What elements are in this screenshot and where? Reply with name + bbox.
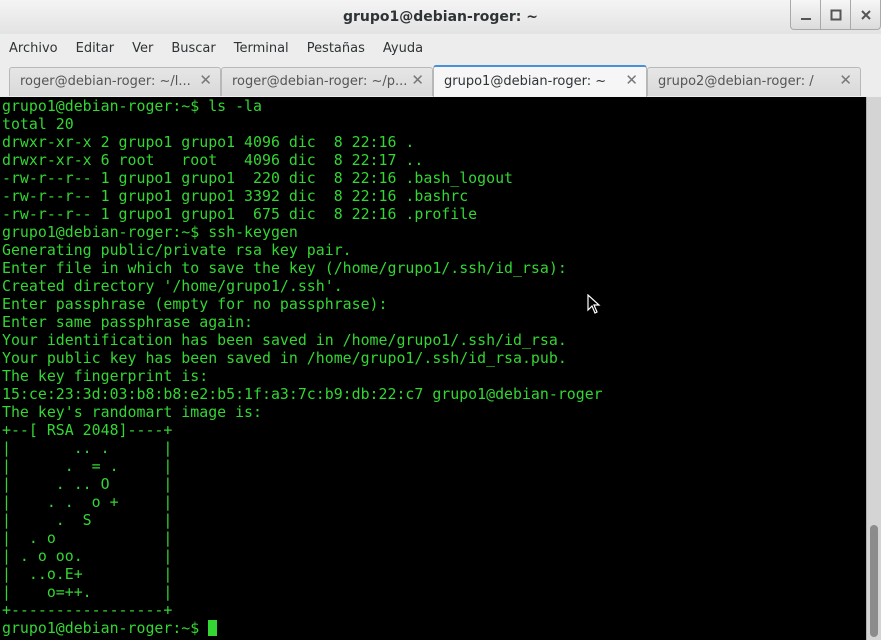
title-bar[interactable]: grupo1@debian-roger: ~ [0,0,881,34]
terminal-view[interactable]: grupo1@debian-roger:~$ ls -la total 20 d… [0,97,866,640]
tab-close-icon[interactable]: ✕ [411,71,424,89]
maximize-button[interactable] [820,0,851,30]
window-title: grupo1@debian-roger: ~ [343,9,538,25]
terminal-line: | o=++. | [2,583,173,601]
terminal-line: Enter file in which to save the key (/ho… [2,259,567,277]
terminal-line: drwxr-xr-x 6 root root 4096 dic 8 22:17 … [2,151,424,169]
terminal-line: Generating public/private rsa key pair. [2,241,352,259]
menu-pestanas[interactable]: Pestañas [298,41,374,56]
menu-editar[interactable]: Editar [67,41,124,56]
terminal-line: -rw-r--r-- 1 grupo1 grupo1 3392 dic 8 22… [2,187,469,205]
tab-close-icon[interactable]: ✕ [625,71,638,89]
terminal-line: grupo1@debian-roger:~$ ls -la [2,97,262,115]
maximize-icon [830,9,841,20]
tab-label: grupo1@debian-roger: ~ [444,74,607,89]
tab-label: roger@debian-roger: ~/l... [20,74,191,89]
tab-close-icon[interactable]: ✕ [839,71,852,89]
tab-grupo1[interactable]: grupo1@debian-roger: ~ ✕ [433,65,647,98]
terminal-line: 15:ce:23:3d:03:b8:b8:e2:b5:1f:a3:7c:b9:d… [2,385,603,403]
terminal-window: grupo1@debian-roger: ~ Archivo Editar Ve… [0,0,881,640]
tab-close-icon[interactable]: ✕ [199,71,212,89]
scrollbar-thumb[interactable] [870,525,878,637]
terminal-line: | . o | [2,529,173,547]
terminal-line: Created directory '/home/grupo1/.ssh'. [2,277,343,295]
window-controls [790,0,881,31]
terminal-line: | . .. O | [2,475,173,493]
terminal-line: | ..o.E+ | [2,565,173,583]
menu-buscar[interactable]: Buscar [162,41,224,56]
tab-bar: roger@debian-roger: ~/l... ✕ roger@debia… [0,62,881,98]
menu-archivo[interactable]: Archivo [0,41,67,56]
terminal-line: +--[ RSA 2048]----+ [2,421,173,439]
terminal-line: | . . o + | [2,493,173,511]
terminal-line: -rw-r--r-- 1 grupo1 grupo1 220 dic 8 22:… [2,169,514,187]
tab-label: roger@debian-roger: ~/p... [232,74,408,89]
terminal-line: | . o oo. | [2,547,173,565]
menu-ayuda[interactable]: Ayuda [374,41,432,56]
terminal-line: grupo1@debian-roger:~$ ssh-keygen [2,223,298,241]
terminal-line: | . S | [2,511,173,529]
vertical-scrollbar[interactable] [866,97,881,640]
minimize-button[interactable] [790,0,821,30]
terminal-line: Enter passphrase (empty for no passphras… [2,295,388,313]
tab-roger-p[interactable]: roger@debian-roger: ~/p... ✕ [221,67,433,96]
terminal-line: The key's randomart image is: [2,403,262,421]
terminal-line: Enter same passphrase again: [2,313,254,331]
close-button[interactable] [850,0,881,30]
mouse-pointer-icon [587,294,601,314]
terminal-line: -rw-r--r-- 1 grupo1 grupo1 675 dic 8 22:… [2,205,478,223]
terminal-line: Your public key has been saved in /home/… [2,349,567,367]
terminal-line: The key fingerprint is: [2,367,209,385]
terminal-line: | . = . | [2,457,173,475]
terminal-line: Your identification has been saved in /h… [2,331,567,349]
terminal-output: grupo1@debian-roger:~$ ls -la total 20 d… [2,97,603,637]
tab-grupo2[interactable]: grupo2@debian-roger: / ✕ [647,67,861,96]
terminal-line: +-----------------+ [2,601,173,619]
terminal-line: | .. . | [2,439,173,457]
tab-roger-l[interactable]: roger@debian-roger: ~/l... ✕ [9,67,221,96]
terminal-prompt: grupo1@debian-roger:~$ [2,619,209,637]
minimize-icon [800,17,811,20]
terminal-line: total 20 [2,115,74,133]
menu-bar: Archivo Editar Ver Buscar Terminal Pesta… [0,34,881,62]
close-icon [860,9,871,20]
terminal-line: drwxr-xr-x 2 grupo1 grupo1 4096 dic 8 22… [2,133,415,151]
tab-label: grupo2@debian-roger: / [658,74,814,89]
menu-ver[interactable]: Ver [123,41,162,56]
text-cursor [208,620,218,636]
menu-terminal[interactable]: Terminal [225,41,298,56]
